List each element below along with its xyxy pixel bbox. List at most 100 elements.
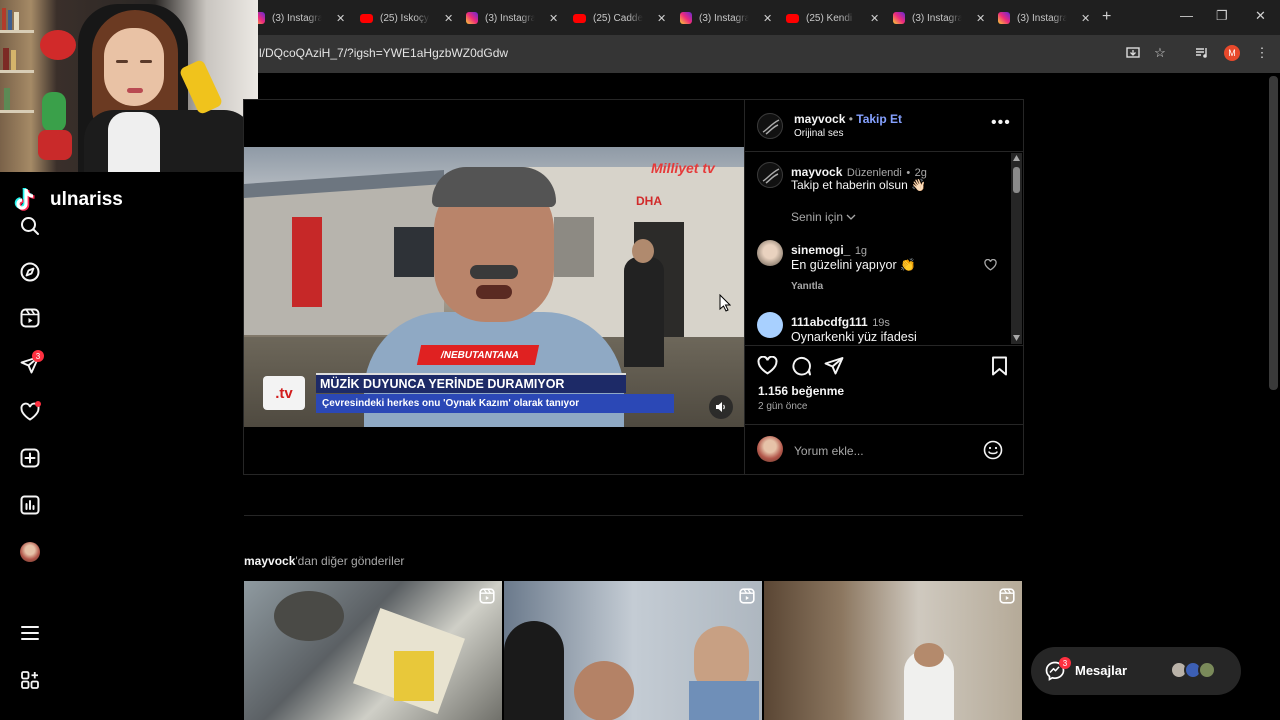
close-tab-icon[interactable]: ✕ [336, 12, 345, 25]
dashboard-icon[interactable] [19, 494, 41, 516]
mute-toggle-button[interactable] [709, 395, 733, 419]
browser-tab[interactable]: (3) Instagram ✕ [253, 6, 345, 30]
conversation-avatar [1198, 661, 1216, 679]
reply-button[interactable]: Yanıtla [791, 281, 823, 292]
page-scrollbar[interactable] [1269, 76, 1278, 390]
share-icon[interactable] [824, 356, 844, 381]
comment-time: 19s [872, 317, 890, 329]
video-headline: MÜZİK DUYUNCA YERİNDE DURAMIYOR [316, 373, 626, 393]
posted-time: 2 gün önce [758, 401, 808, 412]
media-control-icon[interactable] [1194, 45, 1210, 61]
caption-username[interactable]: mayvock [791, 165, 842, 179]
more-post-thumbnail[interactable] [504, 581, 762, 720]
more-options-icon[interactable]: ••• [991, 114, 1011, 132]
like-heart-icon[interactable] [757, 355, 778, 380]
profile-avatar[interactable] [19, 541, 41, 563]
browser-tab-title: (3) Instagram [272, 12, 322, 24]
close-tab-icon[interactable]: ✕ [549, 12, 558, 25]
instagram-favicon-icon [893, 12, 905, 24]
notifications-heart-icon[interactable] [19, 401, 41, 423]
mouse-cursor-icon [719, 294, 731, 312]
messages-label: Mesajlar [1075, 663, 1128, 678]
comment-box-divider [745, 424, 1023, 425]
comment-username[interactable]: sinemogi_ [791, 243, 850, 257]
messages-button[interactable]: 3 Mesajlar [1031, 647, 1241, 695]
more-post-thumbnail[interactable] [764, 581, 1022, 720]
reels-icon [479, 588, 495, 604]
follow-button[interactable]: Takip Et [856, 112, 902, 126]
chevron-down-icon [846, 214, 856, 220]
caption-text: Takip et haberin olsun 👋🏻 [791, 178, 927, 192]
comment-like-heart-icon[interactable] [984, 258, 997, 276]
close-tab-icon[interactable]: ✕ [976, 12, 985, 25]
new-tab-button[interactable]: + [1102, 8, 1111, 26]
reels-icon[interactable] [19, 307, 41, 329]
comment-bubble-icon[interactable] [791, 356, 811, 381]
install-app-icon[interactable] [1125, 45, 1141, 61]
youtube-favicon-icon [360, 13, 373, 23]
close-tab-icon[interactable]: ✕ [1081, 12, 1090, 25]
browser-menu-icon[interactable]: ⋮ [1254, 45, 1270, 61]
video-subheadline: Çevresindeki herkes onu 'Oynak Kazım' ol… [316, 394, 674, 413]
author-avatar[interactable] [757, 113, 783, 139]
more-post-thumbnail[interactable] [244, 581, 502, 720]
speaker-icon [716, 402, 725, 412]
search-icon[interactable] [19, 215, 41, 237]
save-bookmark-icon[interactable] [991, 356, 1008, 381]
restore-button[interactable]: ❐ [1216, 8, 1228, 24]
dha-logo: DHA [636, 194, 662, 208]
webcam-overlay [0, 0, 258, 172]
browser-tab[interactable]: (25) Kendi ✕ [786, 6, 879, 30]
comment-username[interactable]: 111abcdfg111 [791, 315, 868, 329]
browser-tab[interactable]: (3) Instagram ✕ [893, 6, 985, 30]
browser-tab-title: (25) Kendi [806, 12, 853, 24]
browser-tab-title: (3) Instagram [699, 12, 749, 24]
comment-input[interactable]: Yorum ekle... [794, 444, 864, 458]
comments-scrollbar[interactable] [1011, 153, 1022, 344]
comment-avatar[interactable] [757, 312, 783, 338]
browser-tab-title: (3) Instagram [912, 12, 962, 24]
comment-avatar[interactable] [757, 240, 783, 266]
more-posts-username[interactable]: mayvock [244, 554, 295, 568]
emoji-picker-icon[interactable] [983, 440, 1003, 465]
post-side-panel [744, 100, 1023, 474]
tiktok-username: ulnariss [50, 189, 123, 210]
close-tab-icon[interactable]: ✕ [870, 12, 879, 25]
close-tab-icon[interactable]: ✕ [444, 12, 453, 25]
bookmark-star-icon[interactable]: ☆ [1152, 45, 1168, 61]
header-separator: • [848, 112, 853, 126]
close-tab-icon[interactable]: ✕ [657, 12, 666, 25]
instagram-favicon-icon [998, 12, 1010, 24]
notification-dot [35, 401, 41, 407]
explore-compass-icon[interactable] [19, 261, 41, 283]
browser-tab-title: (3) Instagram [485, 12, 535, 24]
video-hashtag: /NEBUTANTANA [416, 345, 540, 365]
more-menu-icon[interactable] [19, 622, 41, 644]
close-window-button[interactable]: ✕ [1255, 8, 1266, 24]
channel-logo: Milliyet tv [651, 160, 715, 176]
also-from-meta-icon[interactable] [19, 669, 41, 691]
comment-time: 1g [854, 245, 868, 257]
create-post-icon[interactable] [19, 447, 41, 469]
browser-tab[interactable]: (3) Instagram ✕ [466, 6, 558, 30]
audio-label[interactable]: Orijinal ses [794, 128, 843, 139]
url-field[interactable]: l/DQcoQAziH_7/?igsh=YWE1aHgzbWZ0dGdw [259, 46, 508, 60]
minimize-button[interactable]: — [1180, 8, 1193, 23]
comment-sort-label: Senin için [791, 210, 844, 224]
browser-tab[interactable]: (3) Instagram ✕ [998, 6, 1090, 30]
browser-tab[interactable]: (3) Instagram ✕ [680, 6, 772, 30]
more-posts-suffix: 'dan diğer gönderiler [295, 554, 405, 568]
browser-tab[interactable]: (25) Cadde ✕ [573, 6, 666, 30]
browser-profile-avatar[interactable]: M [1224, 45, 1240, 61]
likes-count[interactable]: 1.156 beğenme [758, 384, 844, 398]
browser-tab[interactable]: (25) İskoçya ✕ [360, 6, 453, 30]
reels-icon [739, 588, 755, 604]
caption-author-avatar[interactable] [757, 162, 783, 188]
direct-messages-icon[interactable]: 3 [19, 350, 44, 376]
browser-tab-title: (25) Cadde [593, 12, 643, 24]
close-tab-icon[interactable]: ✕ [763, 12, 772, 25]
author-username[interactable]: mayvock [794, 112, 845, 126]
actions-divider [745, 345, 1023, 346]
section-divider [244, 515, 1023, 516]
comment-sort-dropdown[interactable]: Senin için [791, 210, 856, 224]
